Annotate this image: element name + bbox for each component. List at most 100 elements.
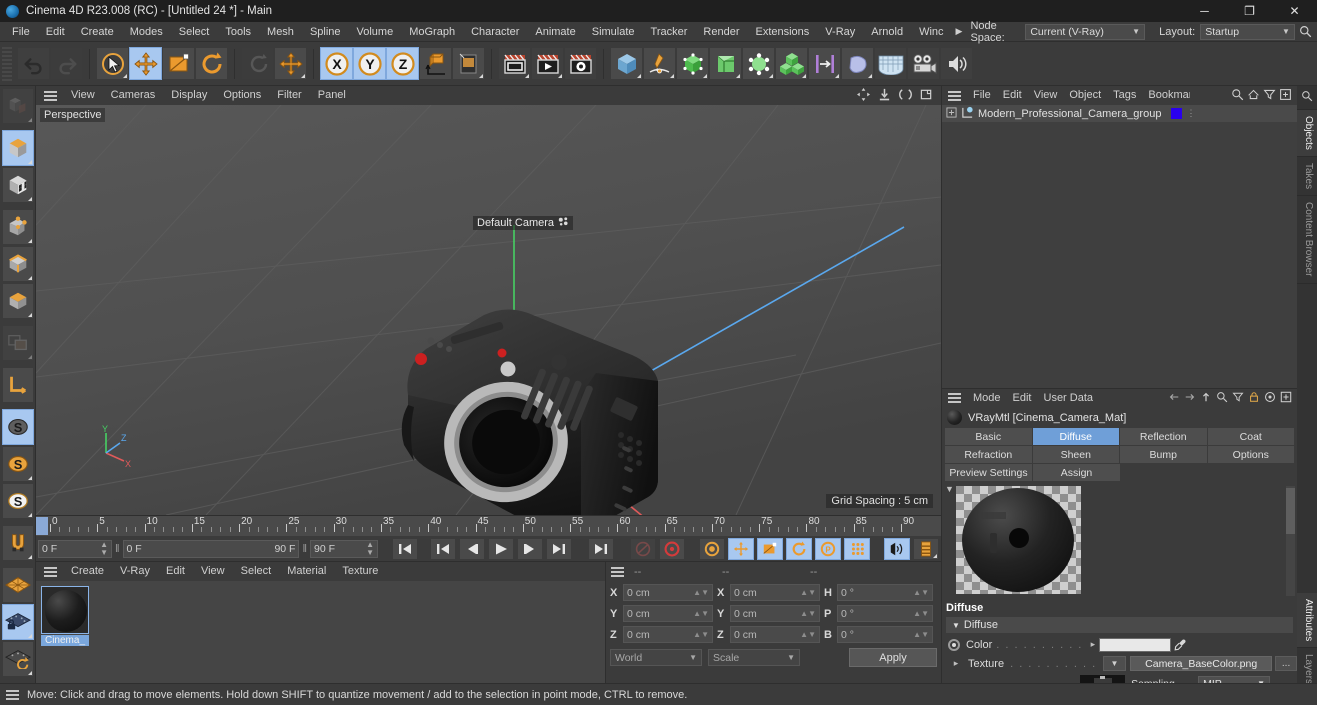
step-back-button[interactable]: [459, 537, 485, 560]
move-tool-button[interactable]: [129, 47, 162, 80]
polygons-mode-button[interactable]: [1, 283, 34, 319]
material-thumbnail[interactable]: [41, 586, 89, 634]
scene-environment-button[interactable]: [742, 47, 775, 80]
go-to-end-button[interactable]: [588, 537, 614, 560]
menu-volume[interactable]: Volume: [349, 22, 402, 42]
range-grip-left-icon[interactable]: ‖: [115, 543, 120, 555]
object-menu-bookmarks[interactable]: Bookmarks: [1142, 86, 1190, 105]
pan-view-icon[interactable]: [857, 87, 870, 104]
make-editable-button[interactable]: [1, 88, 34, 124]
tab-basic[interactable]: Basic: [945, 428, 1032, 445]
magnet-button[interactable]: [1, 525, 34, 561]
material-menu-view[interactable]: View: [193, 562, 233, 581]
material-preview-box[interactable]: [956, 486, 1081, 594]
material-item[interactable]: Cinema_: [41, 586, 89, 646]
texture-expand-caret-icon[interactable]: ▸: [950, 658, 962, 669]
coord-pos-y-field[interactable]: 0 cm ▲▼: [623, 605, 713, 622]
key-position-button[interactable]: [728, 537, 754, 560]
tab-content-browser[interactable]: Content Browser: [1297, 196, 1317, 284]
object-menu-tags[interactable]: Tags: [1107, 86, 1142, 105]
timeline-ruler[interactable]: 0 5 10 15 20 25 30 35 40 45 50 55 60 65 70 75 80 85 90: [36, 516, 941, 536]
range-grip-right-icon[interactable]: ‖: [302, 543, 307, 555]
axis-x-button[interactable]: X: [320, 47, 353, 80]
viewport-perspective[interactable]: Perspective Default Camera Grid Spacing …: [36, 105, 941, 515]
expand-box-icon[interactable]: [946, 106, 957, 121]
render-view-button[interactable]: [498, 47, 531, 80]
dolly-view-icon[interactable]: [878, 88, 891, 104]
key-scale-button[interactable]: [757, 537, 783, 560]
minimize-button[interactable]: ─: [1182, 0, 1227, 22]
workplane-grid-button[interactable]: [1, 567, 34, 603]
up-arrow-icon[interactable]: [1200, 391, 1212, 406]
add-tab-icon[interactable]: [1280, 391, 1292, 406]
preview-scrollbar-thumb[interactable]: [1286, 488, 1295, 534]
scale-tool-button[interactable]: [162, 47, 195, 80]
spline-pen-button[interactable]: [643, 47, 676, 80]
spinner-icon[interactable]: ▲▼: [913, 609, 929, 618]
redo-button[interactable]: [50, 47, 83, 80]
color-radio-icon[interactable]: [948, 638, 960, 651]
rotate-workplane-button[interactable]: [1, 641, 34, 677]
snap-settings-button[interactable]: S: [1, 483, 34, 519]
menu-spline[interactable]: Spline: [302, 22, 349, 42]
object-menu-view[interactable]: View: [1028, 86, 1064, 105]
workplane-button[interactable]: [1, 367, 34, 403]
menu-simulate[interactable]: Simulate: [584, 22, 643, 42]
object-manager-tree[interactable]: Modern_Professional_Camera_group ⋮: [942, 105, 1297, 388]
render-region-button[interactable]: [452, 47, 485, 80]
texture-browse-button[interactable]: ...: [1275, 656, 1297, 671]
tab-diffuse[interactable]: Diffuse: [1032, 428, 1119, 445]
hamburger-icon[interactable]: [44, 566, 57, 577]
step-forward-button[interactable]: [517, 537, 543, 560]
key-rotation-button[interactable]: [786, 537, 812, 560]
menu-file[interactable]: File: [4, 22, 38, 42]
viewport-menu-view[interactable]: View: [63, 86, 103, 105]
texture-filename[interactable]: Camera_BaseColor.png: [1129, 656, 1273, 671]
close-button[interactable]: ✕: [1272, 0, 1317, 22]
coord-size-y-field[interactable]: 0 cm ▲▼: [730, 605, 820, 622]
generator-button[interactable]: [676, 47, 709, 80]
mograph-cloner-button[interactable]: [775, 47, 808, 80]
render-settings-button[interactable]: [564, 47, 597, 80]
stage-camera-button[interactable]: [907, 47, 940, 80]
floor-button[interactable]: [874, 47, 907, 80]
model-mode-button[interactable]: [1, 130, 34, 166]
cube-primitive-button[interactable]: [610, 47, 643, 80]
lock-icon[interactable]: [1248, 391, 1260, 406]
spinner-icon[interactable]: ▲▼: [693, 630, 709, 639]
spinner-icon[interactable]: ▲▼: [366, 540, 374, 557]
hamburger-icon[interactable]: [948, 90, 961, 101]
key-parameter-button[interactable]: P: [815, 537, 841, 560]
tab-objects[interactable]: Objects: [1297, 110, 1317, 157]
viewport-menu-filter[interactable]: Filter: [269, 86, 309, 105]
spinner-icon[interactable]: ▲▼: [913, 630, 929, 639]
autokeying-button[interactable]: [630, 537, 656, 560]
material-menu-texture[interactable]: Texture: [334, 562, 386, 581]
back-arrow-icon[interactable]: [1168, 391, 1180, 406]
spinner-icon[interactable]: ▲▼: [693, 609, 709, 618]
hamburger-icon[interactable]: [44, 90, 57, 101]
tab-sheen[interactable]: Sheen: [1032, 446, 1119, 463]
attribute-menu-edit[interactable]: Edit: [1007, 389, 1038, 408]
quantizing-button[interactable]: S: [1, 446, 34, 482]
menu-arnold[interactable]: Arnold: [863, 22, 911, 42]
menu-modes[interactable]: Modes: [122, 22, 171, 42]
menu-tools[interactable]: Tools: [217, 22, 259, 42]
go-to-start-button[interactable]: [392, 537, 418, 560]
menu-mograph[interactable]: MoGraph: [401, 22, 463, 42]
menu-extensions[interactable]: Extensions: [747, 22, 817, 42]
tab-attributes[interactable]: Attributes: [1297, 593, 1317, 649]
field-button[interactable]: [808, 47, 841, 80]
keyframe-selection-button[interactable]: [699, 537, 725, 560]
camera-object-button[interactable]: [841, 47, 874, 80]
viewport-solo-button[interactable]: [1, 325, 34, 361]
search-icon[interactable]: [1299, 25, 1313, 38]
apply-button[interactable]: Apply: [849, 648, 937, 667]
material-menu-create[interactable]: Create: [63, 562, 112, 581]
undo-button[interactable]: [17, 47, 50, 80]
coord-pos-z-field[interactable]: 0 cm ▲▼: [623, 626, 713, 643]
hamburger-icon[interactable]: [611, 566, 624, 577]
tab-takes[interactable]: Takes: [1297, 156, 1317, 197]
diffuse-group-header[interactable]: ▼ Diffuse: [946, 617, 1293, 633]
key-pla-button[interactable]: [844, 537, 870, 560]
